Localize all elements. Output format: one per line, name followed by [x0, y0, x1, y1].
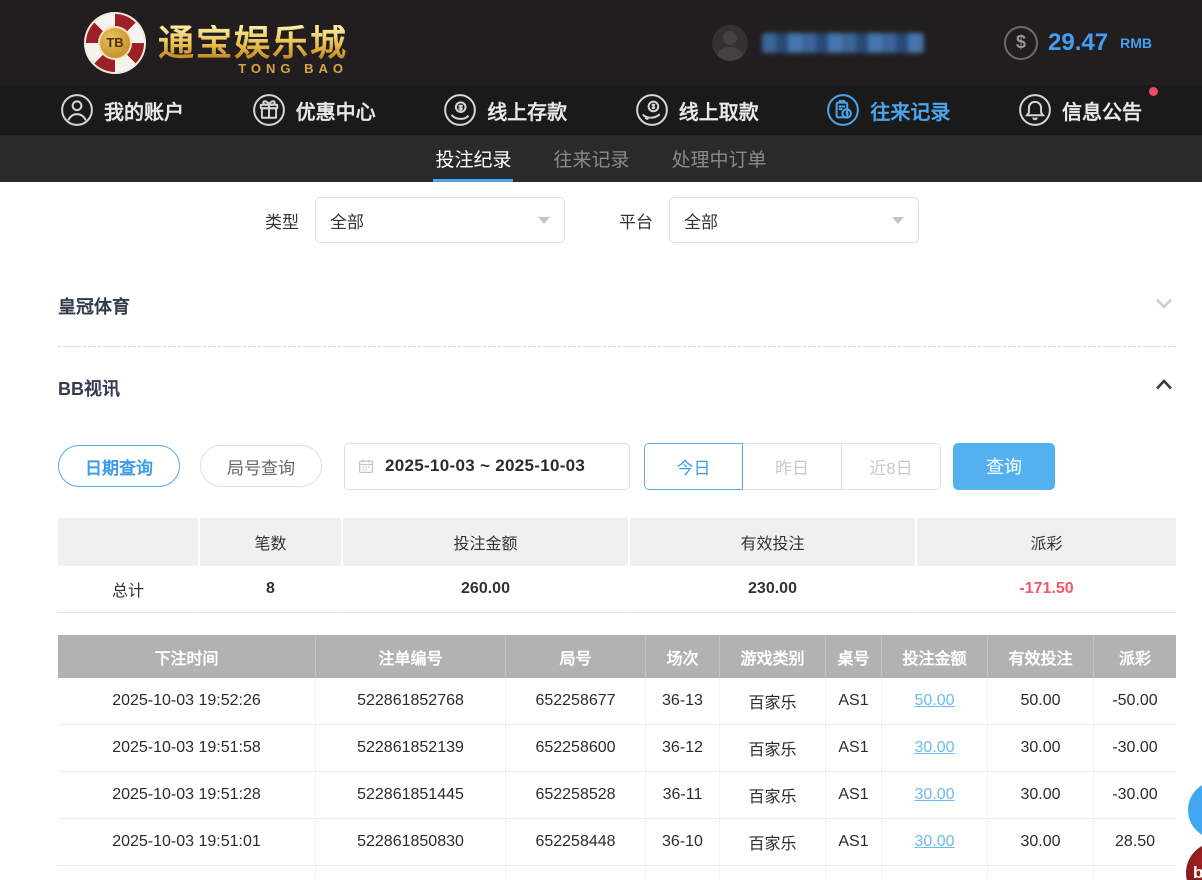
- gift-icon: [252, 94, 285, 126]
- page: TB 通宝娱乐城 TONG BAO $ 29.47 RMB 我的账户 优惠中心: [0, 0, 1202, 880]
- today-button[interactable]: 今日: [644, 442, 743, 490]
- platform-select[interactable]: 全部: [669, 197, 919, 243]
- bet-amount-link[interactable]: 30.00: [914, 833, 954, 850]
- col-order-id: 注单编号: [316, 635, 506, 678]
- top-header: TB 通宝娱乐城 TONG BAO $ 29.47 RMB: [0, 0, 1202, 85]
- table-row: 2025-10-03 19:50:29522861850039 65225835…: [58, 866, 1176, 880]
- dollar-coin-icon: $: [1004, 25, 1039, 60]
- bell-icon: [1019, 94, 1051, 126]
- bet-amount-link[interactable]: 30.00: [914, 786, 954, 803]
- balance-group[interactable]: $ 29.47 RMB: [1004, 25, 1152, 60]
- summary-header-count: 笔数: [200, 518, 343, 566]
- col-valid-bet: 有效投注: [988, 635, 1094, 678]
- type-select[interactable]: 全部: [315, 197, 565, 243]
- summary-header-payout: 派彩: [917, 518, 1176, 566]
- col-game-type: 游戏类别: [720, 635, 826, 678]
- record-subtabs: 投注纪录 往来记录 处理中订单: [0, 135, 1202, 182]
- calendar-icon: [357, 457, 375, 475]
- bet-amount-link[interactable]: 30.00: [914, 739, 954, 756]
- brand-title: 通宝娱乐城: [158, 22, 349, 63]
- tab-bet-records[interactable]: 投注纪录: [433, 135, 514, 182]
- section-title: BB视讯: [58, 378, 120, 399]
- bet-records-table: 下注时间 注单编号 局号 场次 游戏类别 桌号 投注金额 有效投注 派彩 202…: [58, 635, 1176, 880]
- nav-item-announcements[interactable]: 信息公告: [1018, 87, 1158, 127]
- round-query-button[interactable]: 局号查询: [200, 445, 322, 487]
- username-blurred: [762, 32, 925, 53]
- nav-item-transaction-records[interactable]: 往来记录: [826, 93, 950, 127]
- user-avatar[interactable]: [712, 24, 749, 61]
- type-select-value: 全部: [330, 212, 364, 232]
- balance-currency: RMB: [1120, 34, 1152, 51]
- chevron-down-icon: [538, 216, 550, 224]
- nav-label: 优惠中心: [295, 101, 376, 124]
- summary-count: 8: [200, 566, 343, 613]
- nav-item-deposit[interactable]: 线上存款: [443, 93, 567, 127]
- section-bb-live[interactable]: BB视讯: [58, 347, 1176, 428]
- nav-label: 线上存款: [487, 101, 568, 124]
- section-title: 皇冠体育: [58, 296, 130, 317]
- nav-label: 往来记录: [870, 101, 951, 124]
- col-payout: 派彩: [1094, 635, 1176, 678]
- last-8-days-button[interactable]: 近8日: [842, 442, 941, 490]
- content: 类型 全部 平台 全部 皇冠体育 BB视讯 日期查询 局号查询 2025-10-…: [0, 182, 1202, 880]
- tab-transaction-records[interactable]: 往来记录: [551, 135, 631, 182]
- platform-select-value: 全部: [684, 212, 718, 232]
- query-controls: 日期查询 局号查询 2025-10-03 ~ 2025-10-03 今日 昨日 …: [58, 442, 1176, 490]
- casino-chip-icon: TB: [84, 11, 146, 74]
- summary-total-label: 总计: [58, 566, 200, 613]
- summary-header-bet: 投注金额: [343, 518, 630, 566]
- date-range-value: 2025-10-03 ~ 2025-10-03: [385, 456, 586, 475]
- chevron-up-icon[interactable]: [1152, 373, 1176, 402]
- section-crown-sports[interactable]: 皇冠体育: [58, 265, 1176, 346]
- bet-amount-link[interactable]: 50.00: [914, 692, 954, 709]
- balance-amount: 29.47: [1048, 28, 1109, 56]
- chip-monogram: TB: [98, 25, 132, 60]
- chevron-down-icon[interactable]: [1152, 291, 1176, 320]
- summary-header-empty: [58, 518, 200, 566]
- table-row: 2025-10-03 19:51:01 522861850830 65225844…: [58, 819, 1176, 866]
- nav-item-promotions[interactable]: 优惠中心: [252, 93, 376, 127]
- summary-total-row: 总计 8 260.00 230.00 -171.50: [58, 566, 1176, 613]
- user-icon: [61, 94, 93, 126]
- brand-subtitle: TONG BAO: [238, 60, 349, 76]
- table-row: 2025-10-03 19:51:28 522861851445 65225852…: [58, 772, 1176, 819]
- nav-label: 线上取款: [678, 101, 759, 124]
- type-filter-label: 类型: [265, 212, 299, 232]
- chevron-down-icon: [892, 216, 904, 224]
- quick-range-group: 今日 昨日 近8日: [644, 442, 941, 490]
- brand-logo[interactable]: TB 通宝娱乐城 TONG BAO: [84, 11, 349, 76]
- nav-label: 信息公告: [1061, 101, 1142, 124]
- summary-table: 笔数 投注金额 有效投注 派彩 总计 8 260.00 230.00 -171.…: [58, 518, 1176, 613]
- col-bet-amount: 投注金额: [882, 635, 988, 678]
- notification-badge-dot: [1148, 87, 1158, 96]
- service-button-label: b: [1193, 863, 1202, 880]
- records-icon: [827, 94, 860, 126]
- col-round-id: 局号: [506, 635, 646, 678]
- yesterday-button[interactable]: 昨日: [743, 442, 842, 490]
- nav-item-my-account[interactable]: 我的账户: [60, 93, 184, 127]
- summary-valid-bet: 230.00: [630, 566, 917, 613]
- bet-table-body: 2025-10-03 19:52:26 522861852768 65225867…: [58, 678, 1176, 880]
- col-session: 场次: [646, 635, 720, 678]
- withdraw-icon: [635, 94, 668, 126]
- search-button[interactable]: 查询: [953, 442, 1055, 490]
- table-row: 2025-10-03 19:52:26 522861852768 65225867…: [58, 678, 1176, 725]
- deposit-icon: [444, 94, 477, 126]
- tab-pending-orders[interactable]: 处理中订单: [670, 135, 769, 182]
- summary-bet-amount: 260.00: [343, 566, 630, 613]
- date-range-input[interactable]: 2025-10-03 ~ 2025-10-03: [344, 442, 630, 490]
- summary-header-valid: 有效投注: [630, 518, 917, 566]
- filter-row: 类型 全部 平台 全部: [58, 197, 1176, 243]
- col-bet-time: 下注时间: [58, 635, 316, 678]
- summary-payout: -171.50: [917, 566, 1176, 613]
- nav-label: 我的账户: [104, 101, 184, 124]
- main-nav: 我的账户 优惠中心 线上存款 线上取款 往来记录 信息公告: [0, 85, 1202, 135]
- nav-item-withdraw[interactable]: 线上取款: [635, 93, 759, 127]
- date-query-button[interactable]: 日期查询: [58, 445, 180, 487]
- table-row: 2025-10-03 19:51:58 522861852139 65225860…: [58, 725, 1176, 772]
- platform-filter-label: 平台: [619, 212, 653, 232]
- col-table-no: 桌号: [826, 635, 882, 678]
